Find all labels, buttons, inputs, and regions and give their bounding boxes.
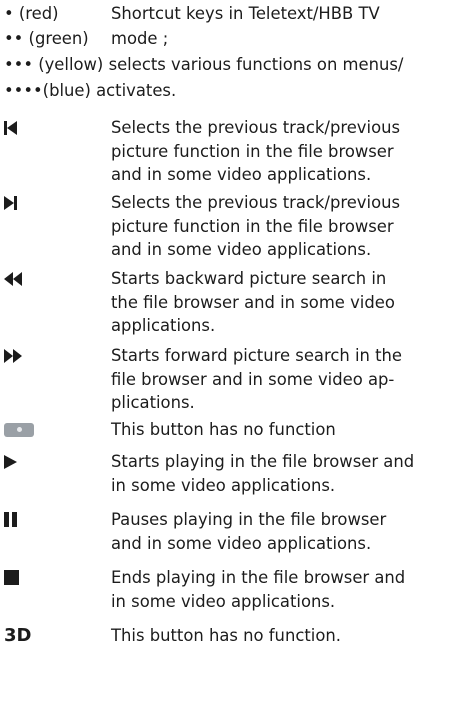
entry-fast-forward-desc: Starts forward picture search in the file…: [111, 346, 403, 412]
red-key-line: • (red) Shortcut keys in Teletext/HBB TV: [4, 2, 380, 26]
entry-3d-desc: This button has no function.: [111, 626, 341, 645]
previous-track-icon: [4, 116, 17, 139]
entry-previous-track-desc: Selects the previous track/previous pictu…: [111, 118, 401, 184]
entry-next-track-desc: Selects the previous track/previous pictu…: [111, 193, 401, 259]
play-icon: [4, 450, 17, 473]
yellow-key-label: ••• (yellow): [4, 55, 104, 74]
blue-key-label: ••••(blue): [4, 81, 91, 100]
entry-play-desc: Starts playing in the file browser and in…: [111, 452, 415, 495]
next-track-icon: [4, 191, 17, 214]
yellow-key-text: selects various functions on menus/: [108, 55, 404, 74]
fast-forward-icon: [4, 344, 22, 367]
entry-rewind-desc: Starts backward picture search in the fil…: [111, 269, 395, 335]
green-key-label: •• (green): [4, 29, 89, 48]
pause-icon: [4, 508, 20, 531]
red-key-text: Shortcut keys in Teletext/HBB TV: [111, 4, 380, 23]
rewind-icon: [4, 267, 22, 290]
blue-key-line: ••••(blue) activates.: [4, 79, 176, 103]
3d-label: 3D: [4, 625, 32, 646]
stop-icon: [4, 566, 19, 589]
blue-key-text: activates.: [96, 81, 177, 100]
red-key-label: • (red): [4, 4, 59, 23]
entry-pause-desc: Pauses playing in the file browser and in…: [111, 510, 387, 553]
green-key-line: •• (green) mode ;: [4, 27, 168, 51]
entry-stop-desc: Ends playing in the file browser and in s…: [111, 568, 406, 611]
record-button-icon: [4, 418, 34, 441]
green-key-text: mode ;: [111, 29, 169, 48]
yellow-key-line: ••• (yellow) selects various functions o…: [4, 53, 403, 77]
entry-record-button-desc: This button has no function: [111, 420, 336, 439]
